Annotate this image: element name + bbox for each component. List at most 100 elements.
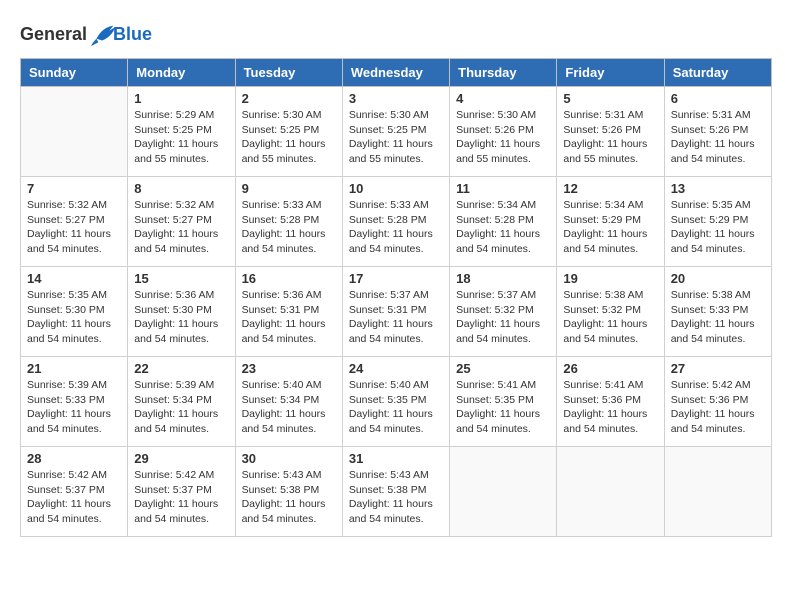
- day-number: 21: [27, 361, 121, 376]
- calendar-cell: 18 Sunrise: 5:37 AM Sunset: 5:32 PM Dayli…: [450, 267, 557, 357]
- day-number: 12: [563, 181, 657, 196]
- logo: General Blue: [20, 20, 152, 48]
- calendar-cell: 13 Sunrise: 5:35 AM Sunset: 5:29 PM Dayli…: [664, 177, 771, 267]
- calendar-cell: 1Sunrise: 5:29 AM Sunset: 5:25 PM Daylig…: [128, 87, 235, 177]
- day-number: 19: [563, 271, 657, 286]
- day-info: Sunrise: 5:42 AM Sunset: 5:36 PM Dayligh…: [671, 378, 765, 437]
- day-info: Sunrise: 5:33 AM Sunset: 5:28 PM Dayligh…: [242, 198, 336, 257]
- day-number: 15: [134, 271, 228, 286]
- calendar-cell: 9 Sunrise: 5:33 AM Sunset: 5:28 PM Daylig…: [235, 177, 342, 267]
- weekday-header-friday: Friday: [557, 59, 664, 87]
- day-info: Sunrise: 5:39 AM Sunset: 5:34 PM Dayligh…: [134, 378, 228, 437]
- calendar-table: SundayMondayTuesdayWednesdayThursdayFrid…: [20, 58, 772, 537]
- calendar-cell: 17 Sunrise: 5:37 AM Sunset: 5:31 PM Dayli…: [342, 267, 449, 357]
- day-info: Sunrise: 5:39 AM Sunset: 5:33 PM Dayligh…: [27, 378, 121, 437]
- calendar-cell: 8 Sunrise: 5:32 AM Sunset: 5:27 PM Daylig…: [128, 177, 235, 267]
- day-info: Sunrise: 5:34 AM Sunset: 5:29 PM Dayligh…: [563, 198, 657, 257]
- calendar-cell: 22 Sunrise: 5:39 AM Sunset: 5:34 PM Dayli…: [128, 357, 235, 447]
- day-info: Sunrise: 5:41 AM Sunset: 5:36 PM Dayligh…: [563, 378, 657, 437]
- calendar-cell: 3 Sunrise: 5:30 AM Sunset: 5:25 PM Daylig…: [342, 87, 449, 177]
- calendar-cell: 4 Sunrise: 5:30 AM Sunset: 5:26 PM Daylig…: [450, 87, 557, 177]
- calendar-cell: 15Sunrise: 5:36 AM Sunset: 5:30 PM Dayli…: [128, 267, 235, 357]
- day-info: Sunrise: 5:41 AM Sunset: 5:35 PM Dayligh…: [456, 378, 550, 437]
- day-number: 14: [27, 271, 121, 286]
- calendar-cell: 12 Sunrise: 5:34 AM Sunset: 5:29 PM Dayli…: [557, 177, 664, 267]
- day-number: 6: [671, 91, 765, 106]
- calendar-week-row: 21 Sunrise: 5:39 AM Sunset: 5:33 PM Dayli…: [21, 357, 772, 447]
- day-info: Sunrise: 5:35 AM Sunset: 5:29 PM Dayligh…: [671, 198, 765, 257]
- calendar-week-row: 28Sunrise: 5:42 AM Sunset: 5:37 PM Dayli…: [21, 447, 772, 537]
- calendar-cell: [450, 447, 557, 537]
- day-info: Sunrise: 5:31 AM Sunset: 5:26 PM Dayligh…: [563, 108, 657, 167]
- calendar-cell: 2 Sunrise: 5:30 AM Sunset: 5:25 PM Daylig…: [235, 87, 342, 177]
- calendar-cell: 30 Sunrise: 5:43 AM Sunset: 5:38 PM Dayli…: [235, 447, 342, 537]
- day-number: 24: [349, 361, 443, 376]
- weekday-header-saturday: Saturday: [664, 59, 771, 87]
- logo-text: General Blue: [20, 20, 152, 48]
- calendar-cell: 23Sunrise: 5:40 AM Sunset: 5:34 PM Dayli…: [235, 357, 342, 447]
- day-number: 5: [563, 91, 657, 106]
- day-info: Sunrise: 5:32 AM Sunset: 5:27 PM Dayligh…: [134, 198, 228, 257]
- day-number: 4: [456, 91, 550, 106]
- day-info: Sunrise: 5:37 AM Sunset: 5:31 PM Dayligh…: [349, 288, 443, 347]
- day-number: 26: [563, 361, 657, 376]
- day-number: 8: [134, 181, 228, 196]
- day-number: 25: [456, 361, 550, 376]
- weekday-header-tuesday: Tuesday: [235, 59, 342, 87]
- calendar-cell: 11 Sunrise: 5:34 AM Sunset: 5:28 PM Dayli…: [450, 177, 557, 267]
- day-info: Sunrise: 5:37 AM Sunset: 5:32 PM Dayligh…: [456, 288, 550, 347]
- day-number: 20: [671, 271, 765, 286]
- calendar-cell: [664, 447, 771, 537]
- day-number: 7: [27, 181, 121, 196]
- day-info: Sunrise: 5:30 AM Sunset: 5:25 PM Dayligh…: [349, 108, 443, 167]
- day-number: 11: [456, 181, 550, 196]
- day-info: Sunrise: 5:38 AM Sunset: 5:33 PM Dayligh…: [671, 288, 765, 347]
- weekday-header-thursday: Thursday: [450, 59, 557, 87]
- day-info: Sunrise: 5:43 AM Sunset: 5:38 PM Dayligh…: [242, 468, 336, 527]
- calendar-cell: 25 Sunrise: 5:41 AM Sunset: 5:35 PM Dayli…: [450, 357, 557, 447]
- day-info: Sunrise: 5:33 AM Sunset: 5:28 PM Dayligh…: [349, 198, 443, 257]
- day-number: 2: [242, 91, 336, 106]
- day-info: Sunrise: 5:30 AM Sunset: 5:25 PM Dayligh…: [242, 108, 336, 167]
- calendar-cell: 28Sunrise: 5:42 AM Sunset: 5:37 PM Dayli…: [21, 447, 128, 537]
- day-info: Sunrise: 5:34 AM Sunset: 5:28 PM Dayligh…: [456, 198, 550, 257]
- calendar-cell: 14Sunrise: 5:35 AM Sunset: 5:30 PM Dayli…: [21, 267, 128, 357]
- day-info: Sunrise: 5:42 AM Sunset: 5:37 PM Dayligh…: [27, 468, 121, 527]
- weekday-header-monday: Monday: [128, 59, 235, 87]
- calendar-cell: [21, 87, 128, 177]
- day-info: Sunrise: 5:31 AM Sunset: 5:26 PM Dayligh…: [671, 108, 765, 167]
- day-number: 30: [242, 451, 336, 466]
- calendar-cell: 19 Sunrise: 5:38 AM Sunset: 5:32 PM Dayli…: [557, 267, 664, 357]
- day-number: 29: [134, 451, 228, 466]
- day-info: Sunrise: 5:43 AM Sunset: 5:38 PM Dayligh…: [349, 468, 443, 527]
- day-number: 16: [242, 271, 336, 286]
- day-number: 27: [671, 361, 765, 376]
- day-number: 3: [349, 91, 443, 106]
- calendar-cell: 6 Sunrise: 5:31 AM Sunset: 5:26 PM Daylig…: [664, 87, 771, 177]
- weekday-header-sunday: Sunday: [21, 59, 128, 87]
- day-number: 31: [349, 451, 443, 466]
- day-info: Sunrise: 5:42 AM Sunset: 5:37 PM Dayligh…: [134, 468, 228, 527]
- day-number: 22: [134, 361, 228, 376]
- page-header: General Blue: [20, 20, 772, 48]
- calendar-cell: 7Sunrise: 5:32 AM Sunset: 5:27 PM Daylig…: [21, 177, 128, 267]
- calendar-cell: 31 Sunrise: 5:43 AM Sunset: 5:38 PM Dayli…: [342, 447, 449, 537]
- logo-blue: Blue: [113, 24, 152, 45]
- day-number: 18: [456, 271, 550, 286]
- calendar-cell: 26 Sunrise: 5:41 AM Sunset: 5:36 PM Dayli…: [557, 357, 664, 447]
- calendar-cell: 5 Sunrise: 5:31 AM Sunset: 5:26 PM Daylig…: [557, 87, 664, 177]
- day-number: 10: [349, 181, 443, 196]
- calendar-week-row: 14Sunrise: 5:35 AM Sunset: 5:30 PM Dayli…: [21, 267, 772, 357]
- day-number: 17: [349, 271, 443, 286]
- day-info: Sunrise: 5:38 AM Sunset: 5:32 PM Dayligh…: [563, 288, 657, 347]
- calendar-cell: 24Sunrise: 5:40 AM Sunset: 5:35 PM Dayli…: [342, 357, 449, 447]
- calendar-week-row: 1Sunrise: 5:29 AM Sunset: 5:25 PM Daylig…: [21, 87, 772, 177]
- calendar-cell: 10 Sunrise: 5:33 AM Sunset: 5:28 PM Dayli…: [342, 177, 449, 267]
- day-info: Sunrise: 5:40 AM Sunset: 5:34 PM Dayligh…: [242, 378, 336, 437]
- day-number: 9: [242, 181, 336, 196]
- calendar-cell: 27 Sunrise: 5:42 AM Sunset: 5:36 PM Dayli…: [664, 357, 771, 447]
- day-info: Sunrise: 5:30 AM Sunset: 5:26 PM Dayligh…: [456, 108, 550, 167]
- day-number: 13: [671, 181, 765, 196]
- calendar-week-row: 7 Sunrise: 5:32 AM Sunset: 5:27 PM Daylig…: [21, 177, 772, 267]
- calendar-cell: 21 Sunrise: 5:39 AM Sunset: 5:33 PM Dayli…: [21, 357, 128, 447]
